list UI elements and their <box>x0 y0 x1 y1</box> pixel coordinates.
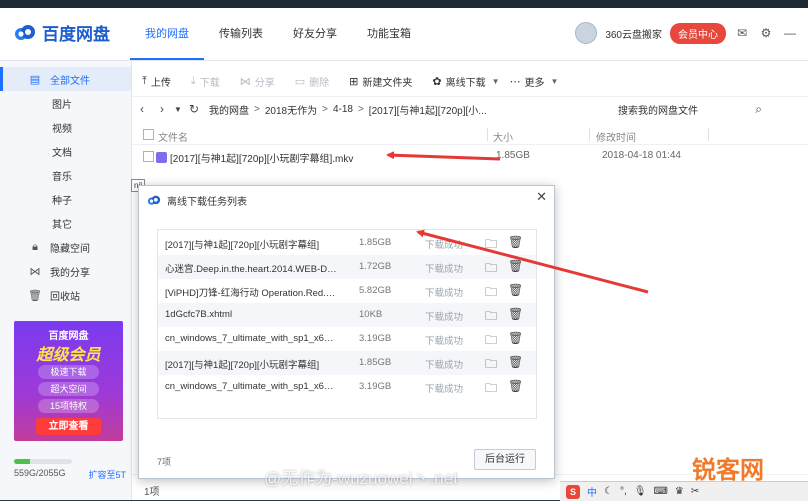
sogou-logo-icon[interactable]: S <box>566 484 580 499</box>
keyboard-icon[interactable]: ⌨ <box>653 486 667 497</box>
arrow-to-file <box>386 151 501 161</box>
arrow-to-task <box>416 229 649 294</box>
punctuation-icon[interactable]: °, <box>620 486 627 497</box>
annotation-arrows <box>386 151 649 294</box>
baidu-netdisk-window: 百度网盘 我的网盘 传输列表 好友分享 功能宝箱 360云盘搬家 会员中心 ✉ … <box>0 8 808 500</box>
moon-icon[interactable]: ☾ <box>604 486 613 497</box>
ime-language[interactable]: 中 <box>587 484 597 499</box>
watermark-text: @无作为-wuzuowei丶.net <box>264 469 458 488</box>
desktop-strip <box>0 0 808 8</box>
microphone-icon[interactable]: 🎙︎ <box>634 486 647 497</box>
tools-icon[interactable]: ✂ <box>691 486 699 497</box>
skin-icon[interactable]: ♛ <box>675 486 684 497</box>
site-watermark: 锐客网 <box>692 457 764 484</box>
ime-toolbar: S 中 ☾ °, 🎙︎ ⌨ ♛ ✂ <box>560 481 808 501</box>
